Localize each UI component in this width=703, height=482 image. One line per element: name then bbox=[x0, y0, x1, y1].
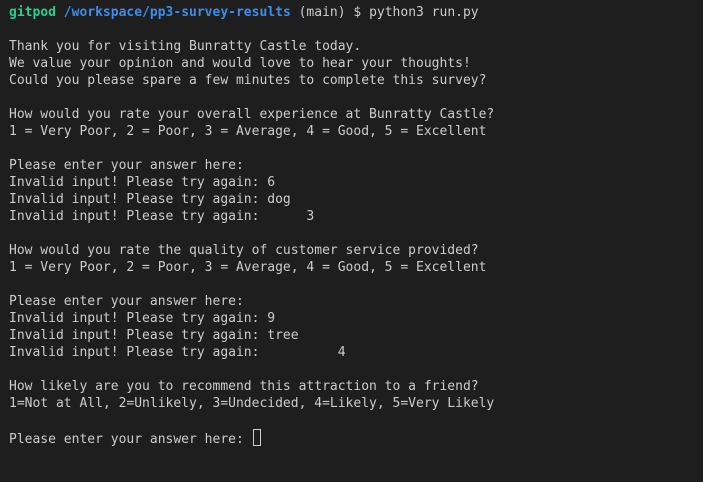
output-line: Thank you for visiting Bunratty Castle t… bbox=[9, 39, 362, 54]
output-line: Invalid input! Please try again: tree bbox=[9, 328, 299, 343]
output-line: Invalid input! Please try again: 6 bbox=[9, 175, 276, 190]
input-prompt: Please enter your answer here: bbox=[9, 432, 252, 447]
prompt-path: /workspace/pp3-survey-results bbox=[63, 5, 291, 20]
output-line: How would you rate the quality of custom… bbox=[9, 243, 479, 258]
output-line: 1 = Very Poor, 2 = Poor, 3 = Average, 4 … bbox=[9, 124, 487, 139]
output-line: 1=Not at All, 2=Unlikely, 3=Undecided, 4… bbox=[9, 396, 495, 411]
prompt-user: gitpod bbox=[9, 5, 56, 20]
output-line: Invalid input! Please try again: 9 bbox=[9, 311, 276, 326]
output-line: Please enter your answer here: bbox=[9, 158, 244, 173]
output-line: Please enter your answer here: bbox=[9, 294, 244, 309]
prompt-line: gitpod /workspace/pp3-survey-results (ma… bbox=[9, 4, 694, 21]
output-line: Invalid input! Please try again: 4 bbox=[9, 345, 346, 360]
prompt-symbol: $ bbox=[353, 5, 362, 20]
terminal-window[interactable]: gitpod /workspace/pp3-survey-results (ma… bbox=[0, 0, 703, 482]
output-line: Invalid input! Please try again: 3 bbox=[9, 209, 315, 224]
output-line: Could you please spare a few minutes to … bbox=[9, 73, 487, 88]
output-line: How would you rate your overall experien… bbox=[9, 107, 495, 122]
prompt-command: python3 run.py bbox=[369, 5, 479, 20]
text-cursor[interactable] bbox=[252, 429, 261, 446]
terminal-scrollbar[interactable] bbox=[693, 0, 703, 482]
input-line[interactable]: Please enter your answer here: bbox=[9, 429, 694, 447]
output-line: 1 = Very Poor, 2 = Poor, 3 = Average, 4 … bbox=[9, 260, 487, 275]
output-line: We value your opinion and would love to … bbox=[9, 56, 471, 71]
output-line: How likely are you to recommend this att… bbox=[9, 379, 479, 394]
output-line: Invalid input! Please try again: dog bbox=[9, 192, 291, 207]
prompt-branch: (main) bbox=[298, 5, 346, 20]
